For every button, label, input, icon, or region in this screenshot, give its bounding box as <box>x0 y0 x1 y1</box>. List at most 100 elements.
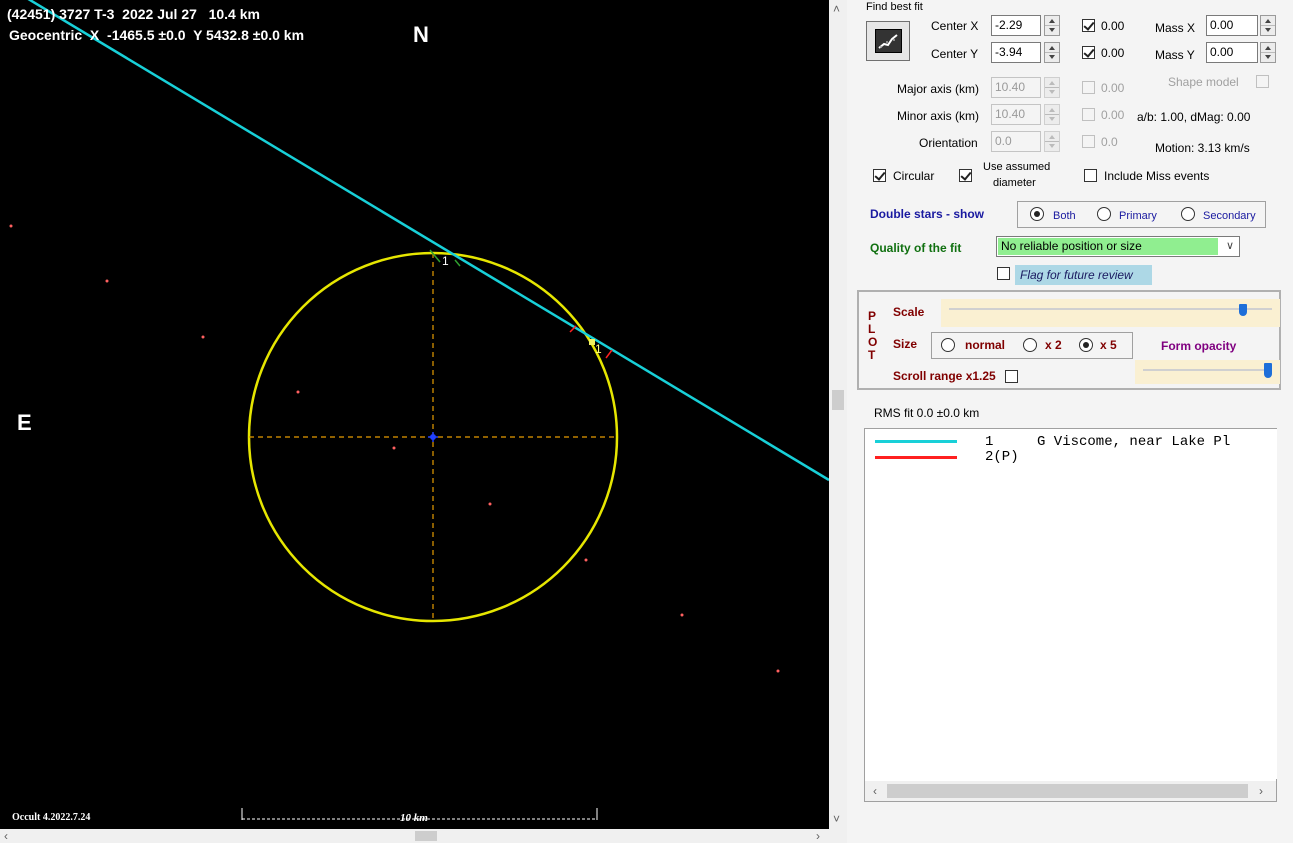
occultation-plot[interactable]: (42451) 3727 T-3 2022 Jul 27 10.4 km Geo… <box>0 0 829 829</box>
double-primary-radio[interactable] <box>1097 207 1111 221</box>
legend-id-2: 2(P) <box>985 449 1019 465</box>
opacity-slider-thumb[interactable] <box>1264 363 1272 378</box>
center-y-spinner[interactable] <box>1044 42 1060 63</box>
scroll-range-checkbox[interactable] <box>1005 370 1018 383</box>
disappear-tick <box>454 259 461 267</box>
plot-canvas <box>0 0 829 820</box>
star-dot <box>680 613 684 617</box>
mass-y-label: Mass Y <box>1155 48 1195 62</box>
scroll-right-arrow[interactable]: › <box>816 830 820 842</box>
size-x5-radio[interactable] <box>1079 338 1093 352</box>
rms-fit-text: RMS fit 0.0 ±0.0 km <box>874 406 980 420</box>
center-x-label: Center X <box>931 19 979 33</box>
chord-label-1-start: 1 <box>442 254 449 268</box>
major-axis-fit-checkbox[interactable] <box>1082 81 1095 94</box>
motion-text: Motion: 3.13 km/s <box>1155 141 1250 155</box>
scrollbar-thumb[interactable] <box>415 831 437 841</box>
shape-model-checkbox[interactable] <box>1256 75 1269 88</box>
center-x-fit-value: 0.00 <box>1101 19 1125 33</box>
plot-letter-p: P <box>868 309 877 323</box>
mass-x-label: Mass X <box>1155 21 1196 35</box>
star-dot <box>776 669 780 673</box>
star-dot <box>296 390 300 394</box>
double-primary-label: Primary <box>1119 210 1157 222</box>
quality-dropdown[interactable]: No reliable position or size ∨ <box>996 236 1240 257</box>
quality-label: Quality of the fit <box>870 241 962 255</box>
scroll-left-arrow[interactable]: ‹ <box>4 830 8 842</box>
orientation-fit-value: 0.0 <box>1101 135 1118 149</box>
orientation-spinner[interactable] <box>1044 131 1060 152</box>
major-axis-label: Major axis (km) <box>897 82 980 96</box>
scroll-right-arrow[interactable]: › <box>1259 785 1263 797</box>
scroll-up-arrow[interactable]: ˄ <box>833 3 840 15</box>
center-x-fit-checkbox[interactable] <box>1082 19 1095 32</box>
size-normal-radio[interactable] <box>941 338 955 352</box>
quality-value: No reliable position or size <box>998 238 1218 255</box>
minor-axis-spinner[interactable] <box>1044 104 1060 125</box>
scale-slider-track <box>949 308 1272 310</box>
double-secondary-radio[interactable] <box>1181 207 1195 221</box>
chevron-down-icon: ∨ <box>1225 240 1234 252</box>
legend-swatch-2 <box>875 456 957 459</box>
chord-line-1[interactable] <box>0 0 829 482</box>
center-x-input[interactable]: -2.29 <box>991 15 1041 36</box>
center-y-input[interactable]: -3.94 <box>991 42 1041 63</box>
scroll-left-arrow[interactable]: ‹ <box>873 785 877 797</box>
minor-axis-fit-value: 0.00 <box>1101 108 1125 122</box>
scale-label: Scale <box>893 305 925 319</box>
find-best-fit-button[interactable] <box>866 21 910 61</box>
scroll-down-arrow[interactable]: ˅ <box>833 813 840 825</box>
star-dot <box>201 335 205 339</box>
mass-y-spinner[interactable] <box>1260 42 1276 63</box>
center-x-spinner[interactable] <box>1044 15 1060 36</box>
minor-axis-input[interactable]: 10.40 <box>991 104 1041 125</box>
flag-review-checkbox[interactable] <box>997 267 1010 280</box>
major-axis-spinner[interactable] <box>1044 77 1060 98</box>
observer-legend-list[interactable]: 1 G Viscome, near Lake Pl 2(P) ‹ › <box>864 428 1277 802</box>
east-label: E <box>17 410 32 435</box>
double-both-radio[interactable] <box>1030 207 1044 221</box>
size-x2-radio[interactable] <box>1023 338 1037 352</box>
legend-text-1: G Viscome, near Lake Pl <box>1037 434 1231 450</box>
major-axis-input[interactable]: 10.40 <box>991 77 1041 98</box>
legend-horizontal-scrollbar[interactable]: ‹ › <box>865 781 1276 801</box>
diameter-label: diameter <box>993 177 1036 189</box>
scrollbar-thumb[interactable] <box>832 390 844 410</box>
mass-y-input[interactable]: 0.00 <box>1206 42 1258 63</box>
scrollbar-thumb[interactable] <box>887 784 1248 798</box>
size-x2-label: x 2 <box>1045 338 1062 352</box>
circular-checkbox[interactable] <box>873 169 886 182</box>
minor-axis-fit-checkbox[interactable] <box>1082 108 1095 121</box>
background-stars <box>9 224 780 673</box>
star-dot <box>392 446 396 450</box>
use-assumed-diameter-checkbox[interactable] <box>959 169 972 182</box>
plot-letter-o: O <box>868 335 878 349</box>
scroll-range-label: Scroll range x1.25 <box>893 369 996 383</box>
plot-vertical-scrollbar[interactable]: ˄ ˅ <box>829 0 847 829</box>
center-y-fit-value: 0.00 <box>1101 46 1125 60</box>
orientation-input[interactable]: 0.0 <box>991 131 1041 152</box>
circular-label: Circular <box>893 169 935 183</box>
scale-slider[interactable] <box>941 299 1280 327</box>
star-dot <box>584 558 588 562</box>
major-axis-fit-value: 0.00 <box>1101 81 1125 95</box>
plot-horizontal-scrollbar[interactable]: ‹ › <box>0 829 829 843</box>
find-best-fit-label: Find best fit <box>866 1 923 13</box>
center-y-label: Center Y <box>931 47 979 61</box>
geocentric-coords: Geocentric X -1465.5 ±0.0 Y 5432.8 ±0.0 … <box>9 27 305 43</box>
size-normal-label: normal <box>965 338 1006 352</box>
include-miss-checkbox[interactable] <box>1084 169 1097 182</box>
minor-axis-label: Minor axis (km) <box>897 109 980 123</box>
use-assumed-label: Use assumed <box>983 161 1051 173</box>
chord-label-1-end: 1 <box>595 342 602 356</box>
orientation-fit-checkbox[interactable] <box>1082 135 1095 148</box>
center-y-fit-checkbox[interactable] <box>1082 46 1095 59</box>
flag-review-label: Flag for future review <box>1015 265 1152 285</box>
form-opacity-label: Form opacity <box>1161 339 1237 353</box>
mass-x-input[interactable]: 0.00 <box>1206 15 1258 36</box>
legend-right-edge <box>1273 429 1277 779</box>
opacity-slider[interactable] <box>1135 360 1280 384</box>
size-x5-label: x 5 <box>1100 338 1117 352</box>
mass-x-spinner[interactable] <box>1260 15 1276 36</box>
scale-slider-thumb[interactable] <box>1238 304 1247 316</box>
